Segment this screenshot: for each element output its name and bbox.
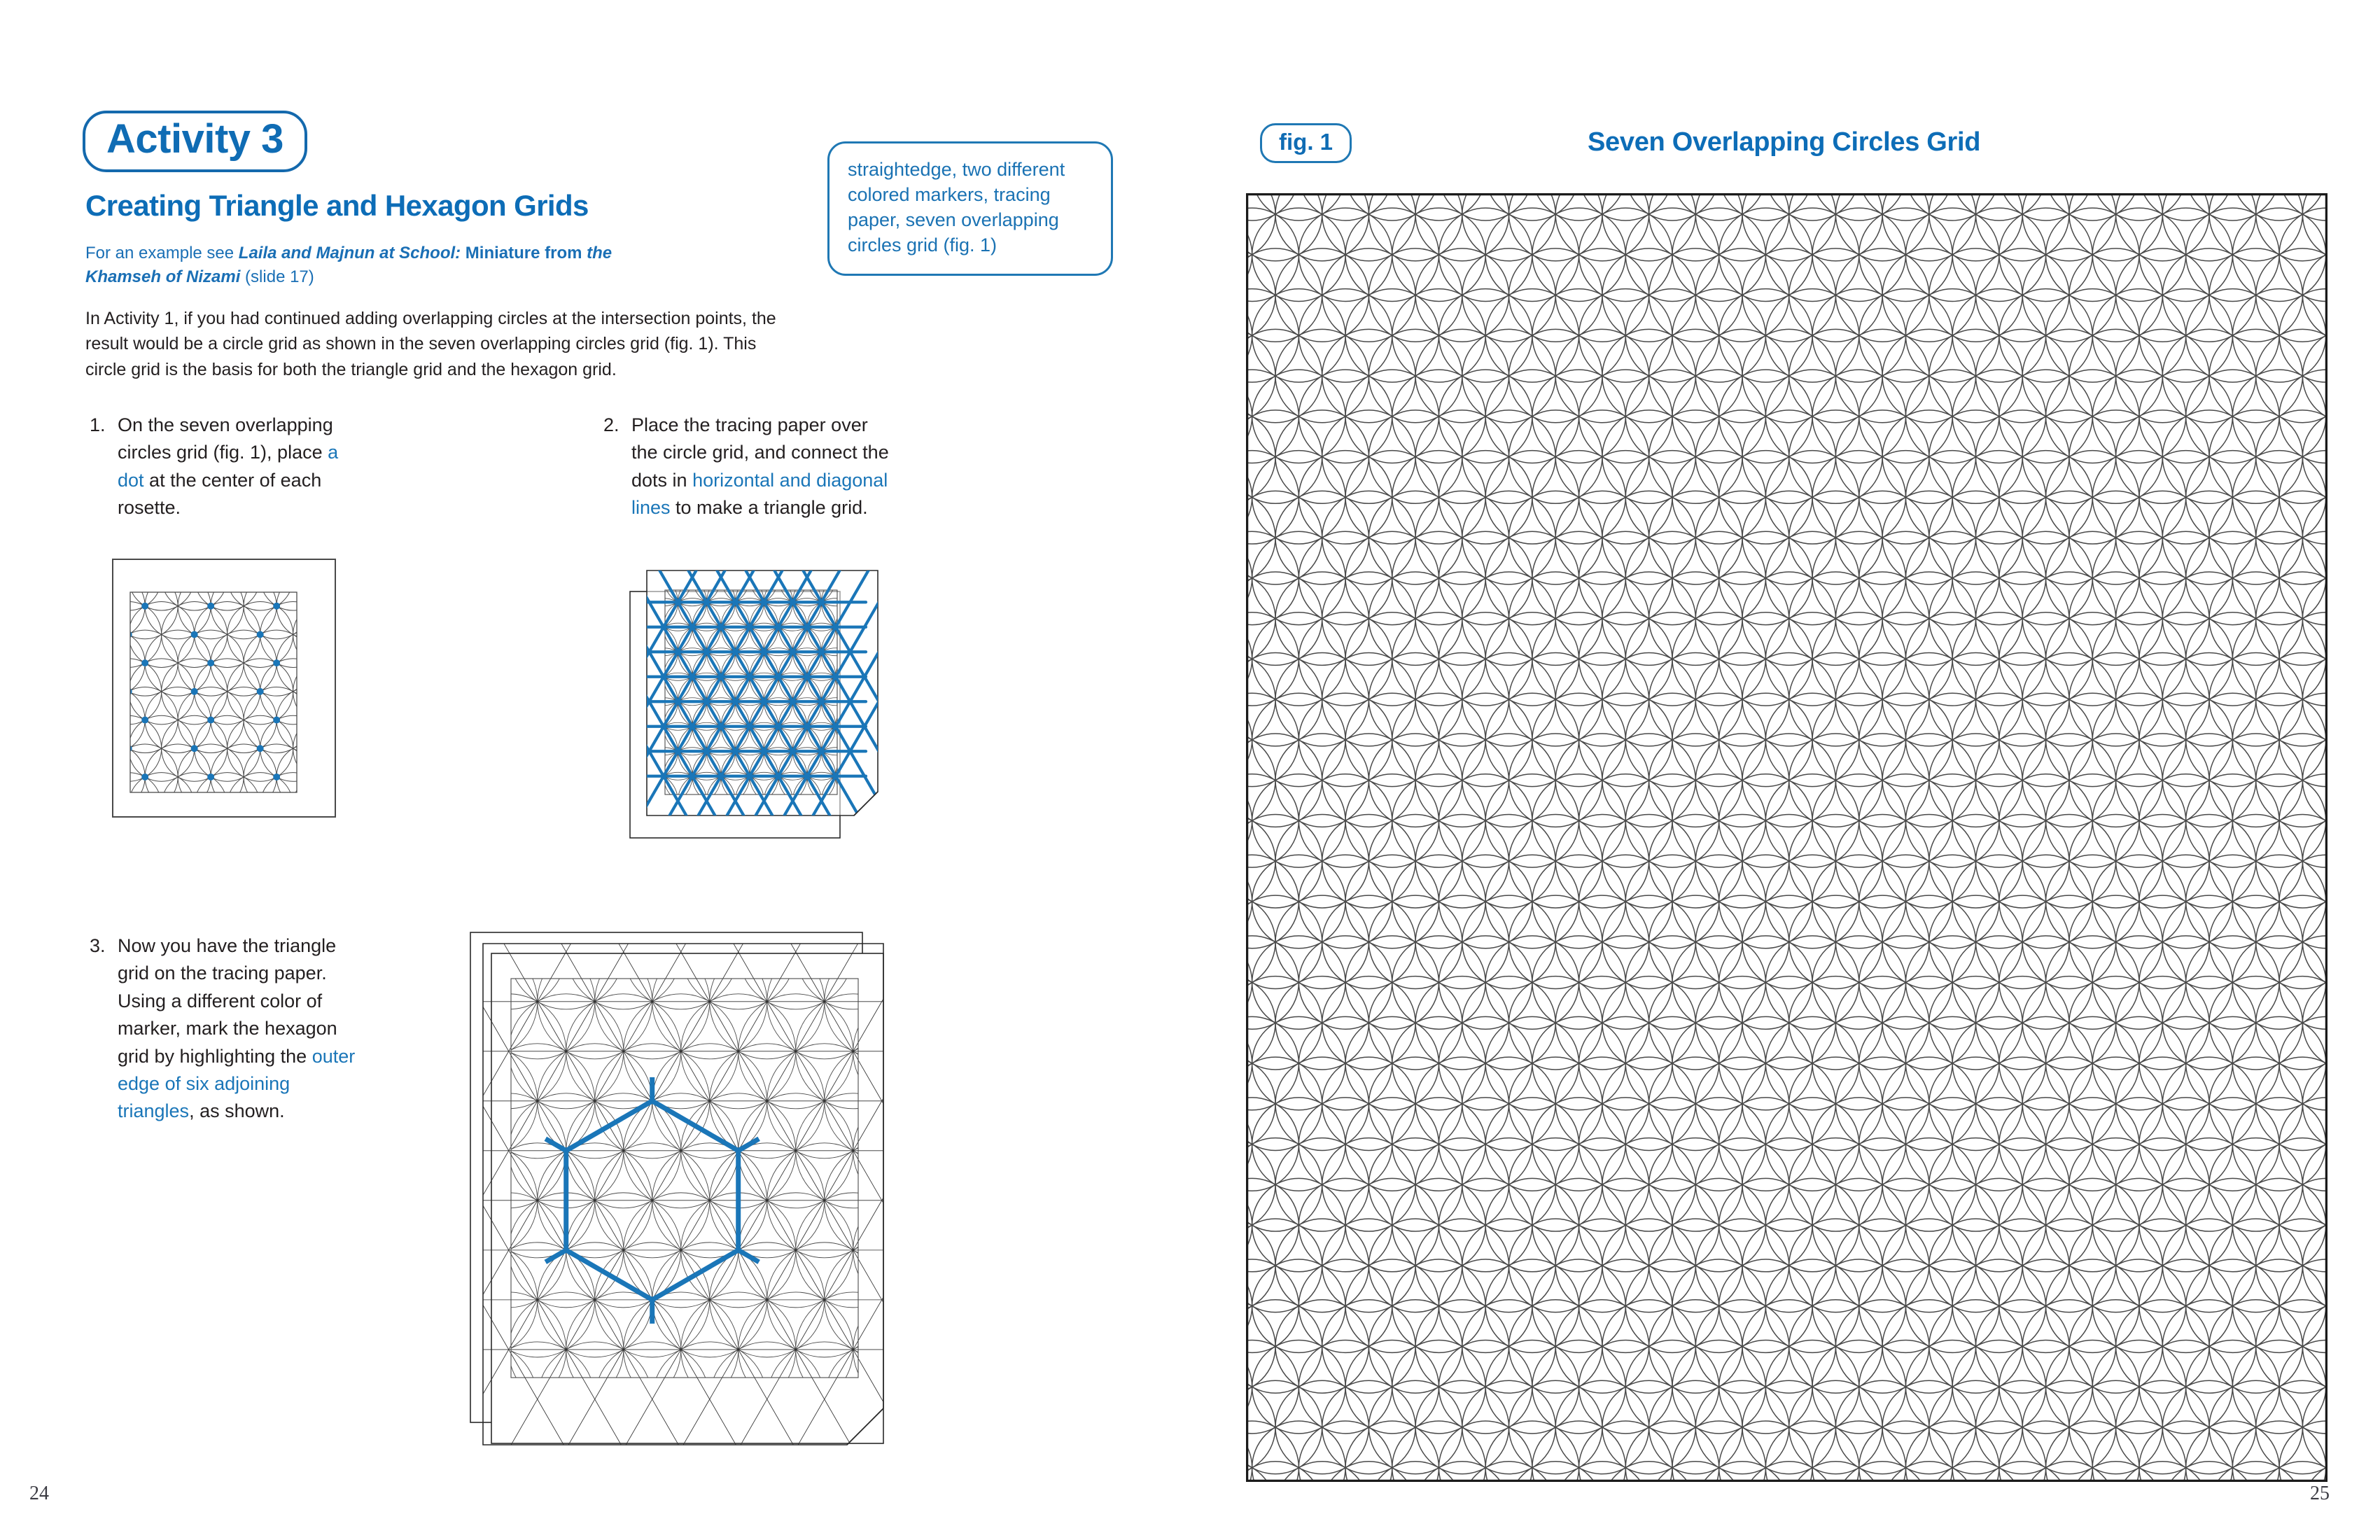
example-prefix: For an example see (85, 244, 239, 262)
step-2: 2. Place the tracing paper over the circ… (603, 412, 897, 522)
activity-title: Creating Triangle and Hexagon Grids (85, 189, 589, 222)
figure-title: Seven Overlapping Circles Grid (1588, 127, 1981, 157)
figure-badge: fig. 1 (1260, 123, 1352, 163)
step-2-text: Place the tracing paper over the circle … (631, 412, 897, 522)
figure-1-circle-grid (1245, 192, 2328, 1485)
example-suffix: (slide 17) (240, 267, 314, 287)
step-2-number: 2. (603, 414, 620, 435)
step-3: 3. Now you have the triangle grid on the… (90, 932, 370, 1126)
left-page: Activity 3 Creating Triangle and Hexagon… (0, 0, 1190, 1540)
step-1-text-b: at the center of each rosette. (118, 469, 322, 519)
page-number-left: 24 (29, 1483, 49, 1504)
step-1-number: 1. (90, 414, 106, 435)
example-reference: For an example see Laila and Majnun at S… (85, 241, 659, 289)
intro-paragraph: In Activity 1, if you had continued addi… (85, 309, 776, 379)
step-1-illustration (112, 559, 336, 818)
book-spread: Activity 3 Creating Triangle and Hexagon… (0, 0, 2380, 1540)
step-3-illustration (462, 918, 910, 1471)
step-2-text-b: to make a triangle grid. (670, 497, 868, 519)
step-3-text: Now you have the triangle grid on the tr… (118, 932, 370, 1126)
activity-badge: Activity 3 (83, 111, 307, 172)
materials-callout: straightedge, two different colored mark… (827, 141, 1113, 276)
example-title-part1: Laila and Majnun at School: (238, 244, 461, 262)
step-2-illustration (629, 564, 909, 844)
example-title-part2: Miniature from (461, 244, 582, 262)
step-3-text-a: Now you have the triangle grid on the tr… (118, 935, 337, 1067)
step-1-text: On the seven overlapping circles grid (f… (118, 412, 370, 522)
step-1: 1. On the seven overlapping circles grid… (90, 412, 370, 522)
step-3-text-b: , as shown. (189, 1100, 285, 1122)
step-1-text-a: On the seven overlapping circles grid (f… (118, 414, 333, 463)
page-number-right: 25 (2310, 1483, 2330, 1504)
step-3-number: 3. (90, 935, 106, 956)
